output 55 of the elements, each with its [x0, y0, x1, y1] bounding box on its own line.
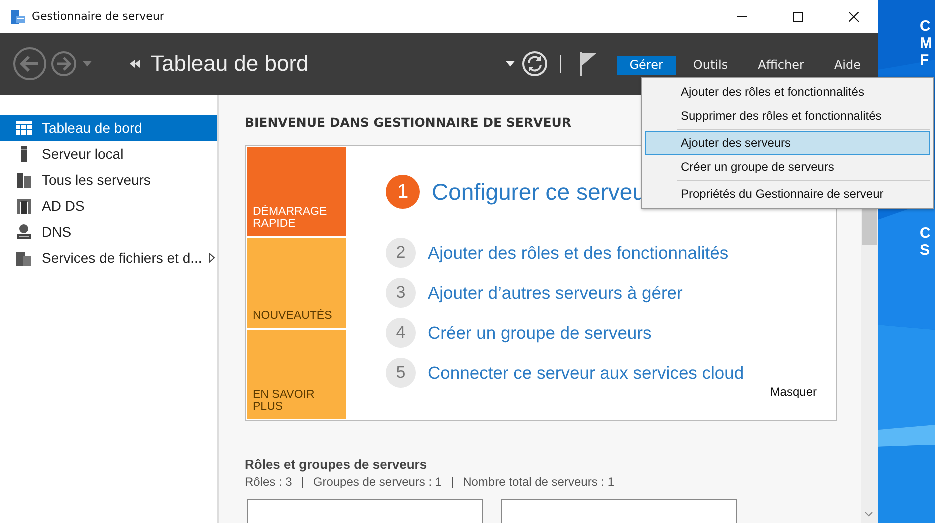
desktop-text: F	[920, 52, 930, 69]
tile[interactable]: EN SAVOIR PLUS	[247, 330, 346, 419]
step-link[interactable]: Créer un groupe de serveurs	[428, 322, 652, 344]
sidebar-item[interactable]: Tableau de bord	[0, 115, 217, 141]
menu-item[interactable]: Créer un groupe de serveurs	[645, 155, 930, 179]
step-number: 2	[386, 238, 416, 268]
back-icon[interactable]	[13, 47, 47, 81]
sidebar-item[interactable]: Tous les serveurs	[0, 167, 217, 193]
step-link[interactable]: Connecter ce serveur aux services cloud	[428, 362, 744, 384]
step-link[interactable]: Ajouter des rôles et des fonctionnalités	[428, 242, 729, 264]
desktop-text: C	[920, 18, 932, 35]
sidebar-item[interactable]: Serveur local	[0, 141, 217, 167]
stat-text: Groupes de serveurs : 1	[313, 475, 442, 489]
expand-arrow-icon[interactable]	[209, 253, 216, 263]
stat-text: Rôles : 3	[245, 475, 292, 489]
menu-item[interactable]: Propriétés du Gestionnaire de serveur	[645, 182, 930, 206]
sidebar-item[interactable]: DNS	[0, 219, 217, 245]
desktop-text: C	[920, 225, 932, 242]
menu-button[interactable]: Afficher	[745, 56, 818, 74]
refresh-icon[interactable]	[522, 51, 548, 77]
menu-button[interactable]: Gérer	[616, 56, 676, 74]
step-number: 5	[386, 358, 416, 388]
window-title: Gestionnaire de serveur	[32, 10, 164, 23]
menu-item[interactable]: Ajouter des serveurs	[645, 131, 930, 155]
sidebar-item[interactable]: Services de fichiers et d...	[0, 245, 217, 271]
page-title: Tableau de bord	[151, 51, 309, 77]
section-heading: Rôles et groupes de serveurs	[245, 457, 428, 472]
breadcrumb-icon	[130, 60, 140, 68]
menu-button[interactable]: Outils	[680, 56, 742, 74]
menu-item[interactable]: Supprimer des rôles et fonctionnalités	[645, 104, 930, 128]
step-link[interactable]: Ajouter d’autres serveurs à gérer	[428, 282, 683, 304]
app-icon	[10, 8, 26, 24]
step-number: 4	[386, 318, 416, 348]
server-icon	[16, 172, 32, 188]
close-icon[interactable]	[849, 12, 859, 22]
maximize-icon[interactable]	[793, 12, 803, 22]
hide-link[interactable]: Masquer	[770, 385, 817, 399]
stat-text: Nombre total de serveurs : 1	[463, 475, 614, 489]
menu-item[interactable]: Ajouter des rôles et fonctionnalités	[645, 80, 930, 104]
server-icon	[16, 198, 32, 214]
forward-icon[interactable]	[51, 51, 77, 77]
scroll-down-icon[interactable]	[865, 512, 873, 517]
flag-icon[interactable]	[578, 51, 599, 77]
step-number: 3	[386, 278, 416, 308]
server-icon	[16, 250, 32, 266]
sidebar-item[interactable]: AD DS	[0, 193, 217, 219]
desktop-text: M	[920, 35, 932, 52]
tile[interactable]: NOUVEAUTÉS	[247, 238, 346, 328]
caret-icon[interactable]	[506, 61, 515, 67]
grid-icon	[16, 120, 32, 136]
desktop-text: S	[920, 242, 932, 259]
menu-button[interactable]: Aide	[821, 56, 874, 74]
step-number: 1	[386, 175, 420, 209]
globe-icon	[16, 224, 32, 240]
welcome-heading: BIENVENUE DANS GESTIONNAIRE DE SERVEUR	[245, 115, 572, 132]
